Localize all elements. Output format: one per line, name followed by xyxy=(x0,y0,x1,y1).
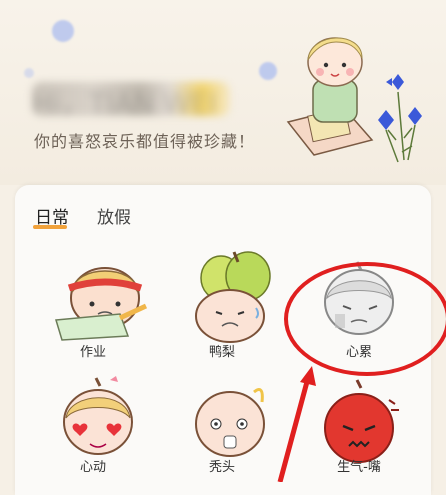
homework-face-icon xyxy=(55,267,148,341)
sticker-label: 生气-嘴 xyxy=(337,460,381,475)
boy-reading-illustration xyxy=(286,37,422,163)
pear-face-icon xyxy=(195,251,271,343)
subtitle: 你的喜怒哀乐都值得被珍藏！ xyxy=(34,132,256,151)
flower-decoration xyxy=(259,62,277,80)
sticker-label: 心动 xyxy=(79,460,106,475)
sticker-label: 作业 xyxy=(79,345,106,360)
flower-decoration xyxy=(24,68,34,78)
greeting-text-blurred: Hi，TIAN WEI xyxy=(32,82,230,120)
header-banner: Hi，TIAN WEI 你的喜怒哀乐都值得被珍藏！ xyxy=(0,0,446,185)
sticker-label: 鸭梨 xyxy=(208,345,235,360)
flower-decoration xyxy=(52,20,74,42)
tab-holiday[interactable]: 放假 xyxy=(97,203,131,228)
highlight-circle-annotation xyxy=(284,262,446,376)
sticker-label: 秃头 xyxy=(208,460,235,475)
active-tab-indicator xyxy=(33,225,67,229)
red-arrow-annotation xyxy=(277,366,316,482)
